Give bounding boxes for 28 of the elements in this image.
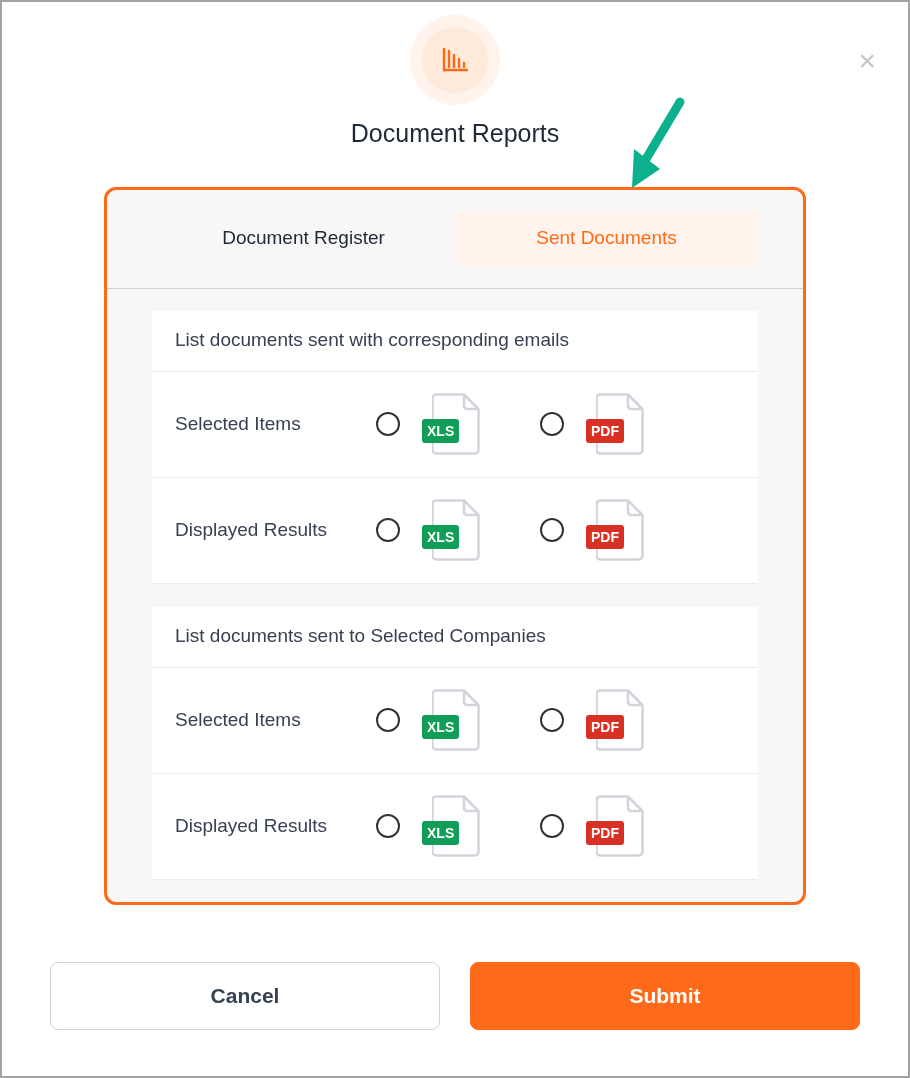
file-type-badge: XLS: [422, 821, 460, 845]
row-label: Displayed Results: [175, 813, 329, 838]
radio-button[interactable]: [540, 412, 564, 436]
section-title: List documents sent to Selected Companies: [175, 624, 546, 649]
file-type-badge: PDF: [586, 821, 624, 845]
radio-button[interactable]: [540, 814, 564, 838]
row-label: Selected Items: [175, 411, 302, 436]
radio-button[interactable]: [376, 814, 400, 838]
row-label: Selected Items: [175, 707, 302, 732]
file-type-badge: XLS: [422, 419, 460, 443]
section-title: List documents sent with corresponding emails: [175, 328, 569, 353]
file-type-badge: PDF: [586, 525, 624, 549]
radio-button[interactable]: [376, 518, 400, 542]
file-type-badge: XLS: [422, 525, 460, 549]
file-type-badge: XLS: [422, 715, 460, 739]
dialog-title: Document Reports: [350, 118, 560, 149]
radio-button[interactable]: [540, 708, 564, 732]
radio-button[interactable]: [540, 518, 564, 542]
file-type-badge: PDF: [586, 715, 624, 739]
tab[interactable]: Sent Documents: [455, 211, 758, 266]
submit-button[interactable]: Submit: [470, 961, 860, 1030]
file-type-badge: PDF: [586, 419, 624, 443]
bar-chart-icon: [442, 47, 468, 73]
cancel-button[interactable]: Cancel: [50, 961, 440, 1030]
close-button[interactable]: ×: [858, 46, 876, 76]
radio-button[interactable]: [376, 412, 400, 436]
radio-button[interactable]: [376, 708, 400, 732]
row-label: Displayed Results: [175, 517, 329, 542]
